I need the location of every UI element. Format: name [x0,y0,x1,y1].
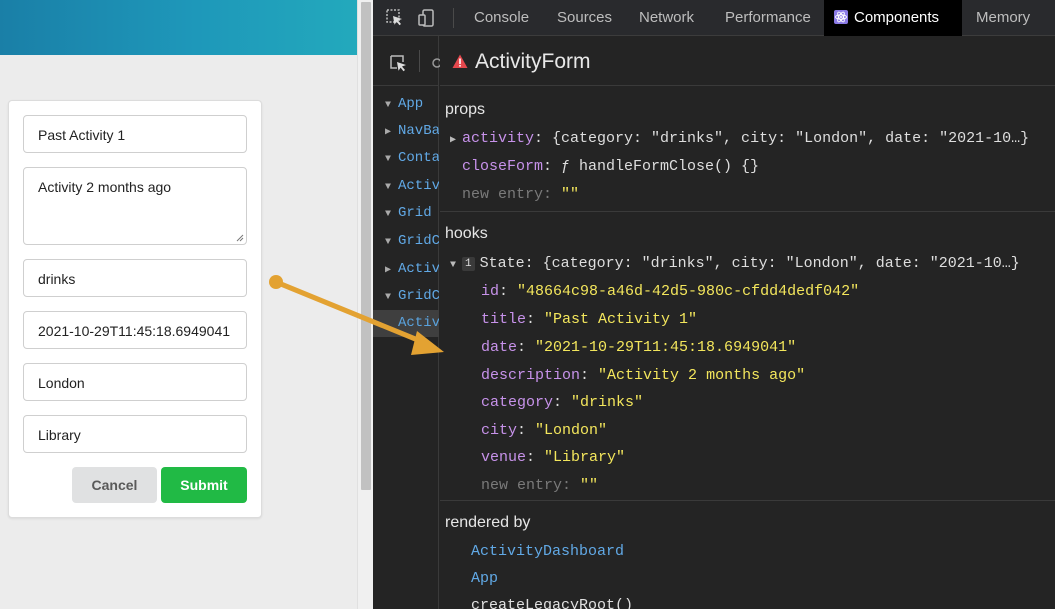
section-divider [440,500,1055,501]
app-viewport: Past Activity 1 Activity 2 months ago dr… [0,0,357,609]
rendered-by-activity-dashboard[interactable]: ActivityDashboard [471,543,624,560]
hook-field-city[interactable]: city: "London" [481,422,607,439]
component-name: ActivityForm [475,50,591,73]
toolbar-separator [419,50,420,72]
date-input[interactable]: 2021-10-29T11:45:18.6949041 [23,311,247,349]
rendered-by-app[interactable]: App [471,570,498,587]
tree-item-activity-list[interactable]: ▶Activi [373,256,439,283]
component-inspector: ActivityForm props ▶ activity: {category:… [440,36,1055,609]
hook-field-id[interactable]: id: "48664c98-a46d-42d5-980c-cfdd4dedf04… [481,283,859,300]
tree-item-grid-column[interactable]: ▼ GridC [373,228,439,255]
tab-memory[interactable]: Memory [966,0,1040,36]
warning-icon [452,54,468,68]
submit-button[interactable]: Submit [161,467,247,503]
title-input[interactable]: Past Activity 1 [23,115,247,153]
tree-item-app[interactable]: ▼ App [373,91,439,118]
tree-item-container[interactable]: ▼Contai [373,145,439,172]
component-tree: ▼App ▶NavBar ▼Contai ▼Activi ▼Grid ▼Grid… [373,36,441,609]
hooks-heading: hooks [445,225,488,242]
tree-item-navbar[interactable]: ▶NavBar [373,118,439,145]
city-input[interactable]: London [23,363,247,401]
prop-activity[interactable]: ▶ activity: {category: "drinks", city: "L… [450,130,1029,147]
hook-field-date[interactable]: date: "2021-10-29T11:45:18.6949041" [481,339,796,356]
inspector-header: ActivityForm [440,36,1055,86]
hook-field-category[interactable]: category: "drinks" [481,394,643,411]
devtools-panel: Console Sources Network Performance Comp… [373,0,1055,609]
category-input[interactable]: drinks [23,259,247,297]
react-icon [834,10,848,24]
hook-field-title[interactable]: title: "Past Activity 1" [481,311,697,328]
description-textarea[interactable]: Activity 2 months ago [23,167,247,245]
tree-item-activity-form[interactable]: Activi [373,310,439,337]
select-element-icon[interactable] [389,54,409,74]
page-scrollbar[interactable] [357,0,373,609]
hook-state[interactable]: ▼ 1 State: {category: "drinks", city: "Lon… [450,255,1020,272]
venue-input[interactable]: Library [23,415,247,453]
tab-sources[interactable]: Sources [547,0,622,36]
device-toolbar-icon[interactable] [417,8,437,28]
hook-new-entry[interactable]: new entry: "" [481,477,598,494]
tab-components-label: Components [854,9,940,26]
prop-new-entry[interactable]: new entry: "" [462,186,579,203]
cancel-button[interactable]: Cancel [72,467,157,503]
tree-item-grid-column-2[interactable]: ▼ GridC [373,283,439,310]
scrollbar-thumb[interactable] [361,2,371,490]
tab-network[interactable]: Network [629,0,704,36]
app-navbar [0,0,357,55]
hook-field-venue[interactable]: venue: "Library" [481,449,625,466]
tab-console[interactable]: Console [464,0,539,36]
resize-handle-icon[interactable] [236,234,244,242]
props-heading: props [445,101,486,118]
tab-separator [453,8,454,28]
rendered-by-create-legacy-root: createLegacyRoot() [471,597,634,609]
tree-toolbar [373,36,441,86]
tree-item-grid[interactable]: ▼ Grid [373,200,439,227]
description-text: Activity 2 months ago [38,179,172,195]
activity-form-card: Past Activity 1 Activity 2 months ago dr… [8,100,262,518]
tab-performance[interactable]: Performance [715,0,821,36]
hook-field-description[interactable]: description: "Activity 2 months ago" [481,367,805,384]
rendered-by-heading: rendered by [445,514,531,531]
inspect-element-icon[interactable] [385,8,405,28]
section-divider [440,211,1055,212]
tree-item-activity-dashboard[interactable]: ▼Activi [373,173,439,200]
tab-components[interactable]: Components [824,0,962,36]
devtools-tabbar: Console Sources Network Performance Comp… [373,0,1055,36]
prop-closeform[interactable]: closeForm: ƒ handleFormClose() {} [462,158,759,175]
